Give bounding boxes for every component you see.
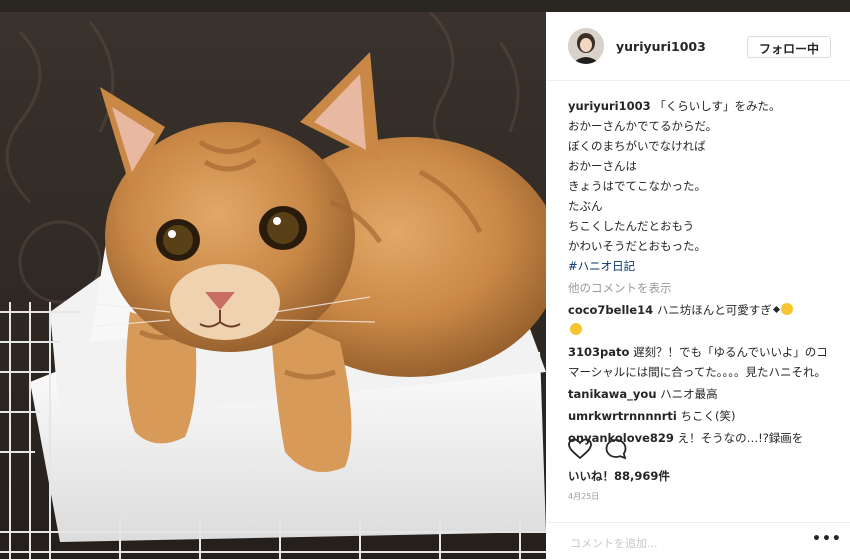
heart-emoji-icon — [772, 305, 780, 314]
post-username[interactable]: yuriyuri1003 — [616, 39, 706, 54]
caption-username[interactable]: yuriyuri1003 — [568, 99, 651, 113]
comment-text: ハニオ最高 — [660, 387, 718, 401]
avatar-image — [568, 28, 604, 64]
avatar[interactable] — [568, 28, 604, 64]
comment-item: coco7belle14 ハニ坊ほんと可愛すぎ — [568, 300, 834, 340]
caption-line: たぶん — [568, 199, 603, 213]
add-comment-bar: ••• — [546, 522, 850, 560]
add-comment-input[interactable] — [568, 531, 792, 555]
comment-bubble-icon[interactable] — [604, 438, 628, 460]
post-header: yuriyuri1003 フォロー中 — [546, 12, 850, 81]
comment-item: tanikawa_you ハニオ最高 — [568, 384, 834, 404]
comment-text: ちこく(笑) — [680, 409, 736, 423]
heart-eyes-cat-emoji-icon — [570, 323, 582, 335]
caption-text: 「くらいしす」をみた。 — [654, 99, 781, 113]
heart-outline-icon[interactable] — [568, 438, 592, 460]
caption-line: かわいそうだとおもった。 — [568, 239, 706, 253]
comment-item: 3103pato 遅刻？！でも「ゆるんでいいよ」のコマーシャルには間に合ってた。… — [568, 342, 834, 382]
post-photo[interactable] — [0, 12, 546, 559]
caption-line: yuriyuri1003 「くらいしす」をみた。 — [568, 96, 834, 116]
following-button[interactable]: フォロー中 — [747, 36, 831, 58]
more-options-icon[interactable]: ••• — [812, 531, 842, 547]
comment-username[interactable]: 3103pato — [568, 345, 629, 359]
top-photo-strip — [0, 0, 850, 12]
hashtag-link[interactable]: #ハニオ日記 — [568, 256, 834, 276]
post-date: 4月25日 — [568, 492, 600, 501]
comments-section: yuriyuri1003 「くらいしす」をみた。 おかーさんかでてるからだ。 ぼ… — [568, 96, 834, 448]
caption-line: きょうはでてこなかった。 — [568, 179, 706, 193]
caption-line: ぼくのまちがいでなければ — [568, 139, 706, 153]
view-more-comments-link[interactable]: 他のコメントを表示 — [568, 278, 834, 298]
post-sidebar: yuriyuri1003 フォロー中 yuriyuri1003 「くらいしす」を… — [546, 12, 850, 559]
caption-line: ちこくしたんだとおもう — [568, 219, 695, 233]
comment-item: umrkwrtrnnnnrti ちこく(笑) — [568, 406, 834, 426]
caption-line: おかーさんかでてるからだ。 — [568, 119, 718, 133]
comment-username[interactable]: coco7belle14 — [568, 303, 653, 317]
like-count[interactable]: いいね！88,969件 — [568, 468, 670, 484]
caption: yuriyuri1003 「くらいしす」をみた。 おかーさんかでてるからだ。 ぼ… — [568, 96, 834, 276]
hashtag-text[interactable]: #ハニオ日記 — [568, 259, 635, 273]
caption-line: おかーさんは — [568, 159, 637, 173]
comment-username[interactable]: umrkwrtrnnnnrti — [568, 409, 677, 423]
post-actions — [568, 438, 834, 462]
cat-photo-illustration — [0, 12, 546, 559]
heart-eyes-cat-emoji-icon — [780, 303, 793, 315]
comment-text: ハニ坊ほんと可愛すぎ — [656, 303, 772, 317]
comment-username[interactable]: tanikawa_you — [568, 387, 657, 401]
